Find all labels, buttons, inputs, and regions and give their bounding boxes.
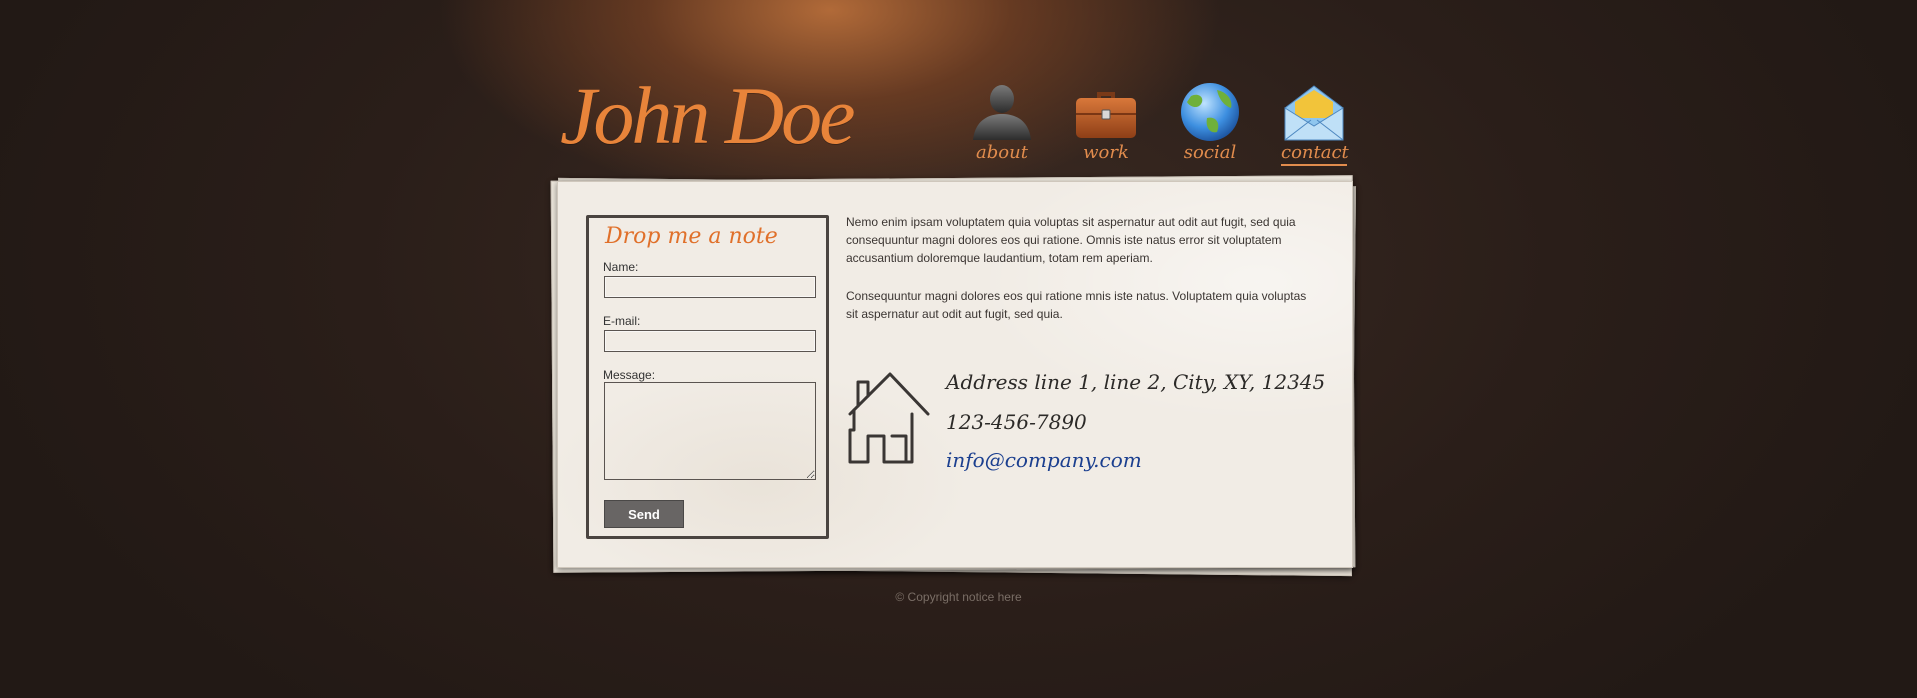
nav-label-work: work	[1083, 142, 1129, 163]
nav-label-social: social	[1183, 142, 1237, 163]
briefcase-icon	[1076, 92, 1136, 138]
main-nav: about work social contact	[962, 82, 1352, 168]
intro-paragraph-1: Nemo enim ipsam voluptatem quia voluptas…	[846, 215, 1296, 265]
email-field[interactable]	[604, 330, 816, 352]
intro-paragraph-2: Consequuntur magni dolores eos qui ratio…	[846, 289, 1307, 321]
site-logo[interactable]: John Doe	[560, 66, 860, 166]
nav-item-about[interactable]: about	[962, 82, 1042, 168]
envelope-icon	[1284, 85, 1344, 141]
phone-text: 123-456-7890	[946, 410, 1087, 434]
contact-form: Drop me a note Name: E-mail: Message: Se…	[586, 215, 829, 539]
nav-item-social[interactable]: social	[1170, 82, 1250, 168]
person-icon	[973, 85, 1031, 140]
nav-label-about: about	[976, 142, 1028, 163]
send-button[interactable]: Send	[604, 500, 684, 528]
message-label: Message:	[603, 368, 656, 382]
house-icon	[848, 372, 930, 464]
nav-item-work[interactable]: work	[1066, 82, 1146, 168]
name-label: Name:	[603, 260, 639, 274]
form-title: Drop me a note	[605, 224, 778, 249]
message-field[interactable]	[604, 382, 816, 480]
name-field[interactable]	[604, 276, 816, 298]
address-text: Address line 1, line 2, City, XY, 12345	[946, 370, 1326, 394]
globe-icon	[1181, 83, 1239, 141]
nav-item-contact[interactable]: contact	[1274, 82, 1354, 168]
copyright-notice: © Copyright notice here	[895, 590, 1022, 604]
email-link[interactable]: info@company.com	[946, 448, 1142, 472]
nav-label-contact: contact	[1281, 142, 1349, 166]
email-label: E-mail:	[603, 314, 641, 328]
